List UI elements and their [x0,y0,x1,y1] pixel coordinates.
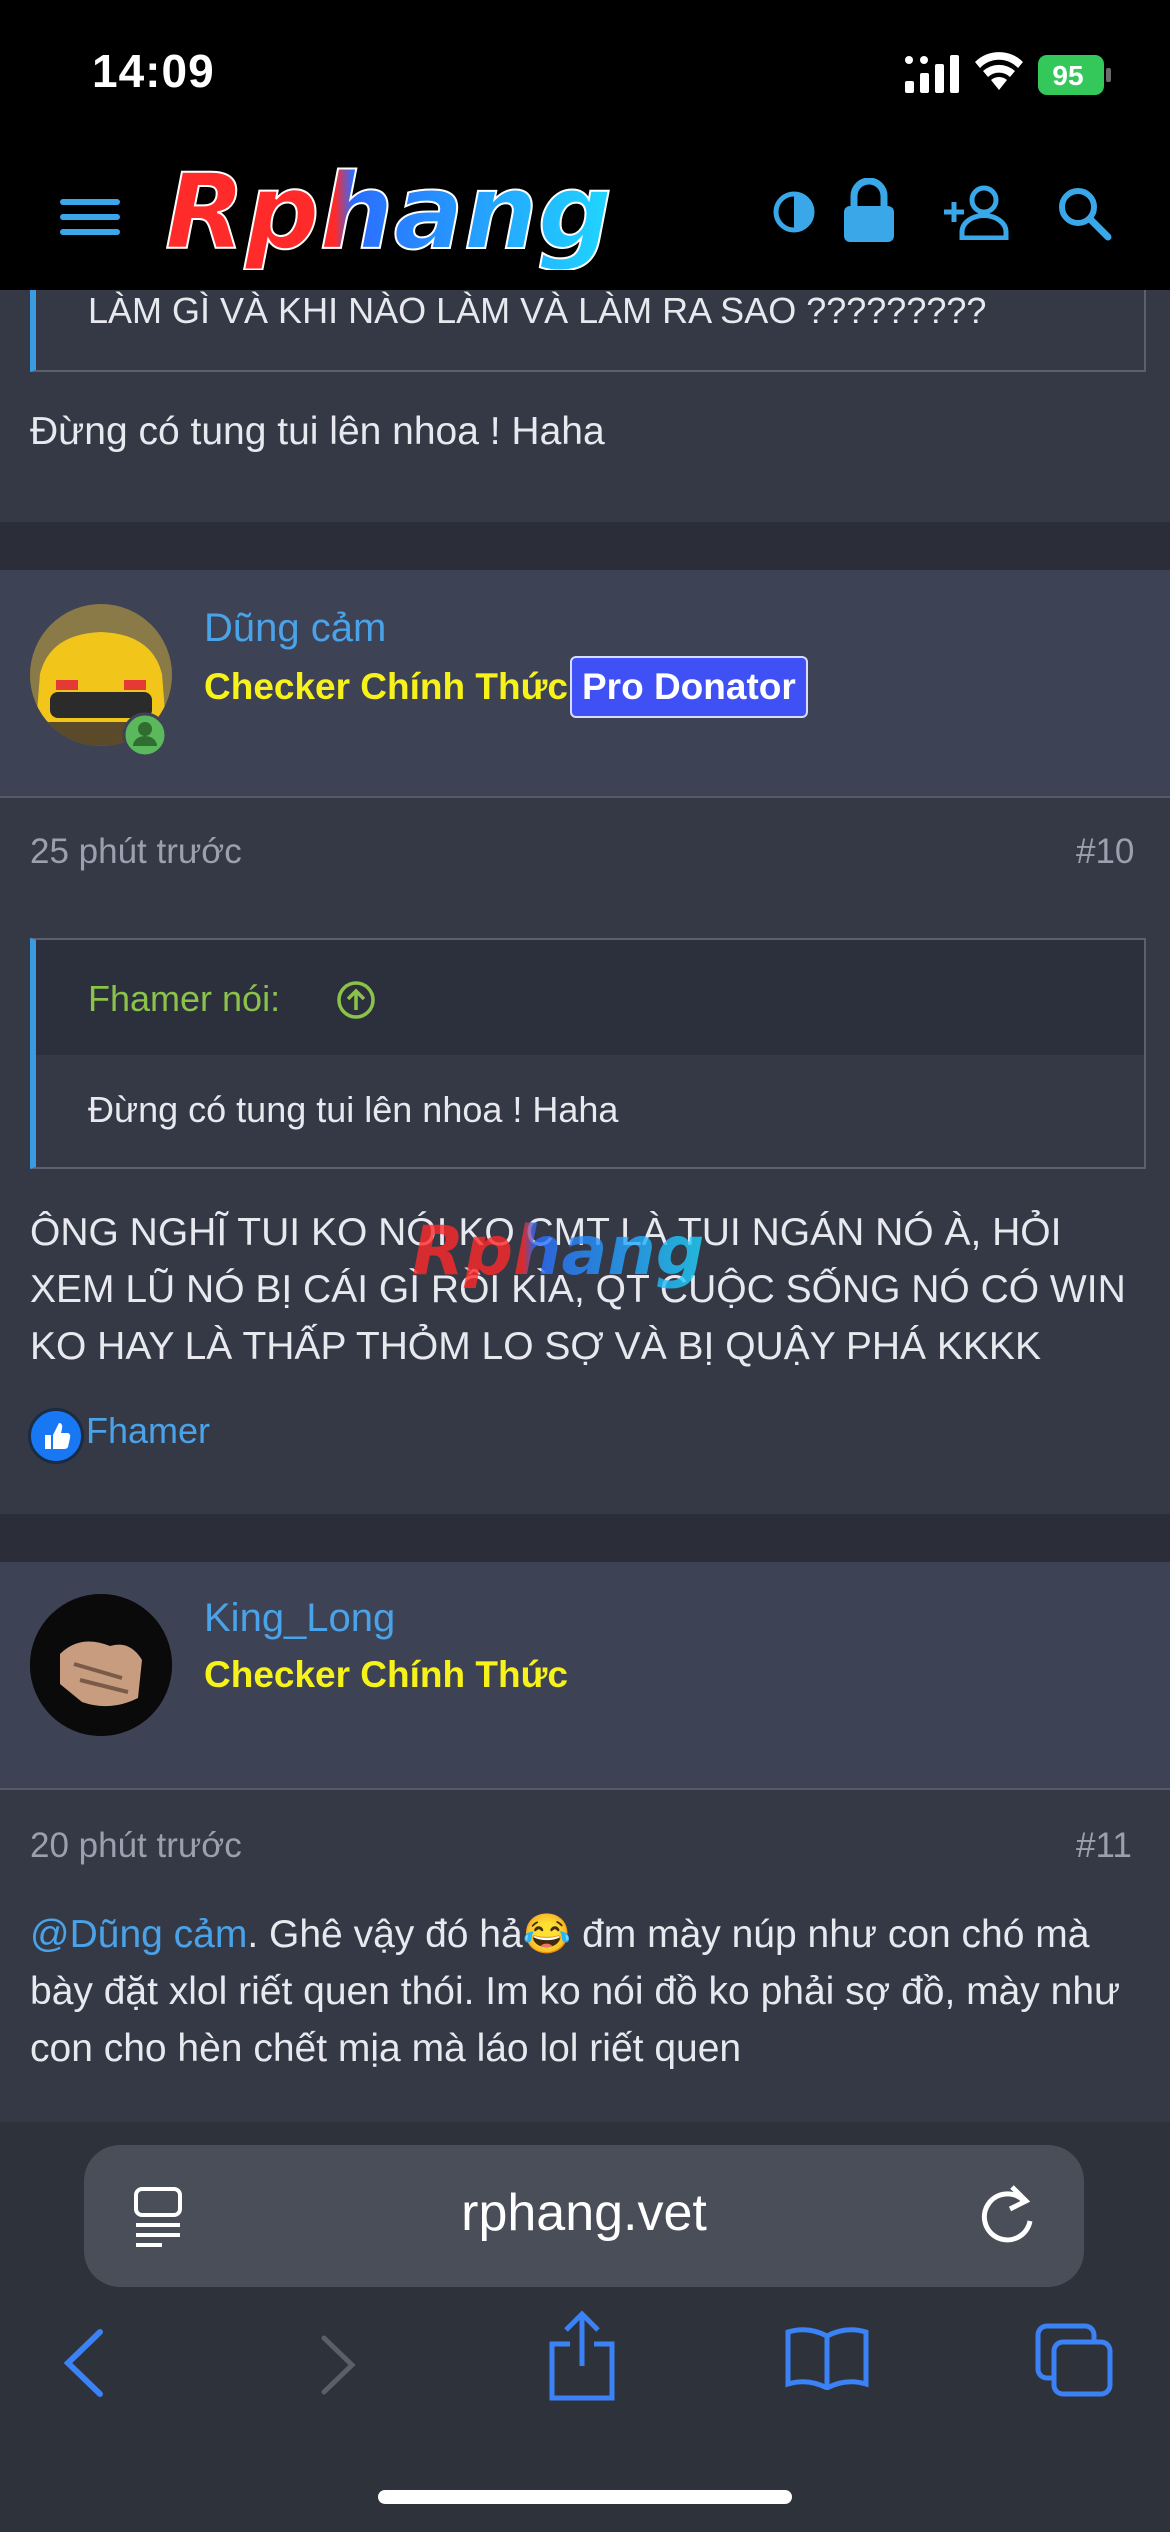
svg-text:Rphang: Rphang [412,1212,704,1291]
post-number[interactable]: #11 [1076,1826,1132,1866]
online-status-icon [122,712,168,758]
add-user-icon[interactable] [942,184,1012,240]
user-header: Dũng cảm Checker Chính Thức Pro Donator [0,570,1170,798]
laughing-emoji: 😂 [522,1913,572,1956]
username[interactable]: King_Long [204,1596,395,1641]
user-title: Checker Chính Thức [204,1654,568,1695]
quote-block: Fhamer nói: Đừng có tung tui lên nhoa ! … [30,938,1146,1169]
quote-block: LÀM GÌ VÀ KHI NÀO LÀM VÀ LÀM RA SAO ????… [30,290,1146,372]
lock-icon[interactable] [842,178,896,244]
home-indicator[interactable] [378,2490,792,2504]
post-number[interactable]: #10 [1076,832,1134,872]
post-separator [0,1514,1170,1562]
quote-text: Đừng có tung tui lên nhoa ! Haha [88,1089,619,1130]
url-text[interactable]: rphang.vet [84,2183,1084,2243]
post-time[interactable]: 25 phút trước [30,832,242,872]
user-badge: Pro Donator [570,656,808,718]
battery-level: 95 [1052,60,1083,91]
svg-text:Rphang: Rphang [165,160,612,270]
book-icon[interactable] [784,2326,870,2390]
quote-body: Đừng có tung tui lên nhoa ! Haha [36,1055,1144,1167]
address-bar[interactable]: rphang.vet [84,2145,1084,2287]
post-separator [0,522,1170,570]
post-text-part: . Ghê vậy đó hả [247,1913,523,1956]
user-header: King_Long Checker Chính Thức [0,1562,1170,1790]
site-logo[interactable]: Rphang [165,160,725,270]
quote-author[interactable]: Fhamer nói: [88,978,280,1020]
post-text: @Dũng cảm. Ghê vậy đó hả😂 đm mày núp như… [30,1906,1140,2077]
reaction-user-link[interactable]: Fhamer [86,1410,210,1452]
status-time: 14:09 [92,45,215,97]
search-icon[interactable] [1056,185,1112,241]
tabs-icon[interactable] [1034,2322,1114,2398]
avatar[interactable] [30,1594,172,1736]
watermark-logo: Rphang [412,1212,704,1291]
like-reaction-icon[interactable] [28,1408,84,1464]
chevron-right-icon[interactable] [318,2334,358,2396]
post-text: Đừng có tung tui lên nhoa ! Haha [30,410,605,453]
username[interactable]: Dũng cảm [204,606,386,651]
cellular-signal-icon [905,55,959,93]
avatar-image [30,1594,172,1736]
contrast-icon[interactable] [772,190,816,234]
chevron-left-icon[interactable] [62,2328,106,2398]
quote-header[interactable]: Fhamer nói: [36,940,1144,1055]
battery-icon: 95 [1038,55,1111,95]
wifi-icon [975,52,1023,90]
share-icon[interactable] [546,2310,618,2402]
arrow-up-circle-icon[interactable] [336,980,376,1020]
mention-link[interactable]: @Dũng cảm [30,1913,247,1956]
hamburger-menu-icon[interactable] [60,195,120,239]
reload-icon[interactable] [976,2183,1038,2249]
quote-text: LÀM GÌ VÀ KHI NÀO LÀM VÀ LÀM RA SAO ????… [88,290,987,331]
post-time[interactable]: 20 phút trước [30,1826,242,1866]
status-bar: 14:09 95 [0,0,1170,150]
user-title: Checker Chính Thức [204,666,568,707]
